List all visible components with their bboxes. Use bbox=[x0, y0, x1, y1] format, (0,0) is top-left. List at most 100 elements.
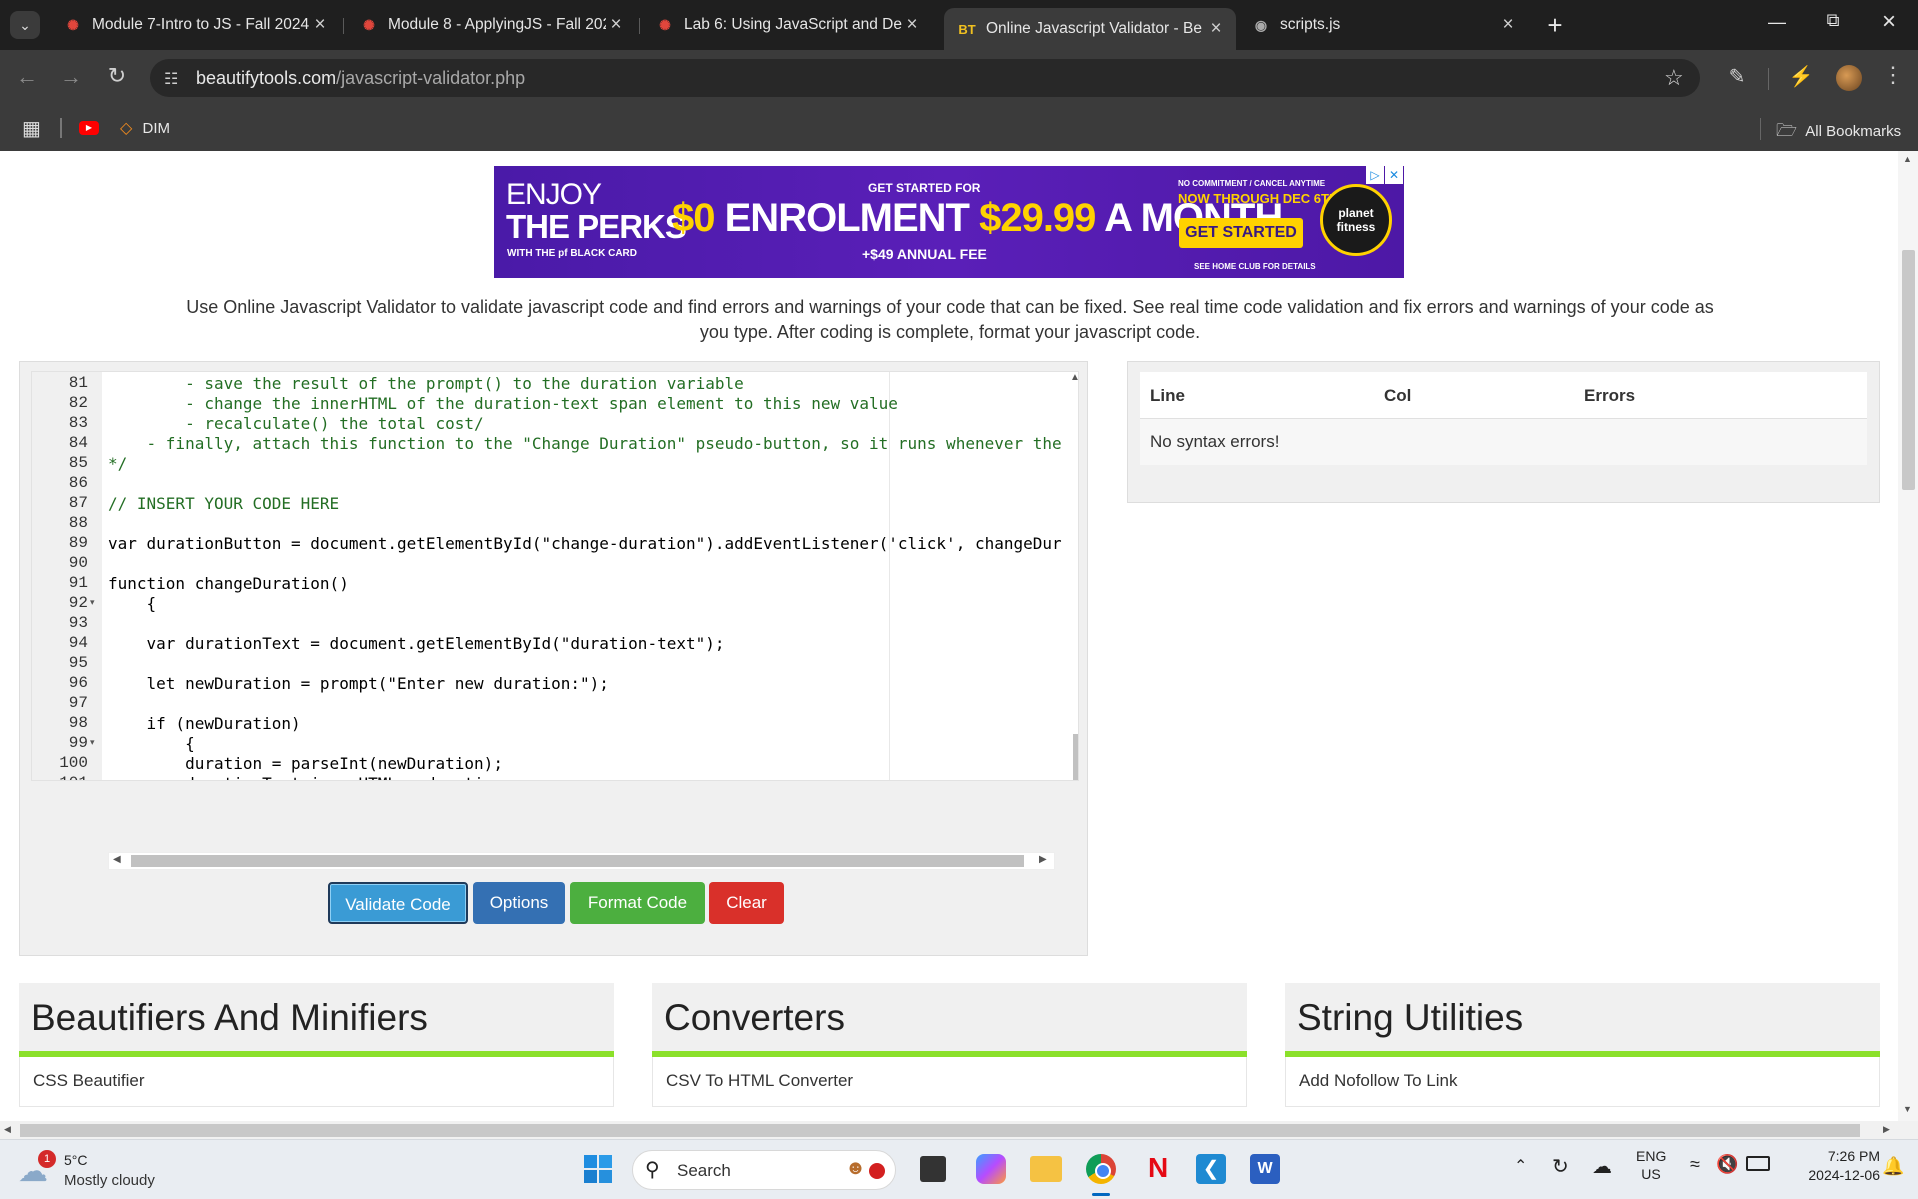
tab-lab6[interactable]: ✺ Lab 6: Using JavaScript and Dep × bbox=[642, 8, 932, 42]
code-line[interactable]: duration = parseInt(newDuration); bbox=[108, 754, 503, 773]
close-icon[interactable]: × bbox=[1498, 14, 1518, 36]
back-button[interactable]: ← bbox=[14, 64, 40, 90]
scroll-right-icon[interactable]: ▶ bbox=[1039, 854, 1047, 865]
file-explorer-icon[interactable] bbox=[1030, 1156, 1062, 1182]
restore-button[interactable]: ⧉ bbox=[1818, 10, 1848, 36]
tab-module7[interactable]: ✺ Module 7-Intro to JS - Fall 2024 × bbox=[50, 8, 340, 42]
fold-toggle-icon[interactable]: ▾ bbox=[90, 597, 95, 608]
code-line[interactable]: - change the innerHTML of the duration-t… bbox=[108, 394, 898, 413]
sync-icon[interactable]: ↻ bbox=[1552, 1154, 1569, 1179]
scroll-left-icon[interactable]: ◀ bbox=[113, 854, 121, 865]
list-item-label[interactable]: Add Nofollow To Link bbox=[1299, 1071, 1457, 1091]
volume-muted-icon[interactable]: 🔇 bbox=[1716, 1154, 1738, 1175]
chrome-icon[interactable] bbox=[1086, 1154, 1116, 1184]
start-button[interactable] bbox=[584, 1155, 614, 1185]
code-line[interactable]: durationText.innerHTML = duration; bbox=[108, 774, 513, 780]
fold-toggle-icon[interactable]: ▾ bbox=[90, 737, 95, 748]
wifi-icon[interactable]: ≈ bbox=[1690, 1154, 1700, 1175]
code-line[interactable]: { bbox=[108, 734, 195, 753]
netflix-icon[interactable]: N bbox=[1148, 1152, 1168, 1184]
canvas-icon: ✺ bbox=[363, 16, 375, 33]
ad-choices-icon[interactable]: ▷ bbox=[1366, 166, 1384, 184]
clock[interactable]: 7:26 PM 2024-12-06 bbox=[1780, 1148, 1880, 1183]
list-item-label[interactable]: CSS Beautifier bbox=[33, 1071, 145, 1091]
extensions-icon[interactable]: ✎ bbox=[1724, 64, 1750, 89]
tab-title: Module 8 - ApplyingJS - Fall 2024 bbox=[388, 16, 606, 33]
code-line[interactable]: var durationButton = document.getElement… bbox=[108, 534, 1062, 553]
close-window-button[interactable]: × bbox=[1874, 8, 1904, 35]
task-view-icon[interactable] bbox=[920, 1156, 946, 1182]
youtube-icon[interactable]: ▶ bbox=[79, 121, 99, 135]
show-hidden-icons[interactable]: ⌃ bbox=[1514, 1156, 1527, 1176]
vscode-icon[interactable]: ❮ bbox=[1196, 1154, 1226, 1184]
word-icon[interactable]: W bbox=[1250, 1154, 1280, 1184]
ad-get-started-button[interactable]: GET STARTED bbox=[1179, 218, 1303, 248]
address-bar[interactable]: ☷ beautifytools.com/javascript-validator… bbox=[150, 59, 1700, 97]
list-item-label[interactable]: CSV To HTML Converter bbox=[666, 1071, 853, 1091]
scroll-up-icon[interactable]: ▲ bbox=[1070, 372, 1078, 383]
weather-widget[interactable]: ☁ 1 5°C Mostly cloudy bbox=[18, 1148, 178, 1192]
scroll-left-icon[interactable]: ◀ bbox=[4, 1124, 11, 1135]
language-indicator[interactable]: ENG US bbox=[1636, 1148, 1666, 1182]
code-line[interactable]: - finally, attach this function to the "… bbox=[108, 434, 1062, 453]
taskbar-search[interactable]: ⚲ Search ☻ bbox=[632, 1150, 896, 1190]
editor-horizontal-scrollbar[interactable]: ◀ ▶ bbox=[108, 852, 1055, 870]
battery-icon[interactable] bbox=[1746, 1156, 1770, 1171]
tab-module8[interactable]: ✺ Module 8 - ApplyingJS - Fall 2024 × bbox=[346, 8, 636, 42]
list-item[interactable]: CSV To HTML Converter bbox=[652, 1057, 1247, 1107]
notification-bell-icon[interactable]: 🔔 bbox=[1882, 1156, 1904, 1177]
code-line[interactable]: if (newDuration) bbox=[108, 714, 301, 733]
performance-icon[interactable]: ⚡ bbox=[1788, 64, 1814, 89]
star-icon[interactable]: ☆ bbox=[1664, 65, 1684, 91]
editor-vertical-scrollbar[interactable] bbox=[1073, 734, 1078, 780]
list-item[interactable]: CSS Beautifier bbox=[19, 1057, 614, 1107]
tab-scripts-js[interactable]: ◉ scripts.js × bbox=[1238, 8, 1528, 42]
code-line[interactable]: */ bbox=[108, 454, 127, 473]
page-horizontal-scroll-thumb[interactable] bbox=[20, 1124, 1860, 1137]
code-line[interactable]: function changeDuration() bbox=[108, 574, 349, 593]
format-code-button[interactable]: Format Code bbox=[570, 882, 705, 924]
minimize-button[interactable]: — bbox=[1762, 12, 1792, 38]
close-icon[interactable]: × bbox=[606, 14, 626, 36]
chrome-active-indicator bbox=[1092, 1193, 1110, 1196]
list-item[interactable]: Add Nofollow To Link bbox=[1285, 1057, 1880, 1107]
code-line[interactable]: var durationText = document.getElementBy… bbox=[108, 634, 725, 653]
site-info-icon[interactable]: ☷ bbox=[164, 69, 178, 89]
advertisement-banner[interactable]: ENJOY THE PERKS WITH THE pf BLACK CARD G… bbox=[494, 166, 1404, 278]
page-vertical-scroll-thumb[interactable] bbox=[1902, 250, 1915, 490]
scroll-right-icon[interactable]: ▶ bbox=[1883, 1124, 1890, 1135]
scroll-down-icon[interactable]: ▼ bbox=[1903, 1104, 1912, 1114]
category-title: Converters bbox=[664, 997, 845, 1038]
ad-close-icon[interactable]: ✕ bbox=[1385, 166, 1403, 184]
code-line[interactable]: let newDuration = prompt("Enter new dura… bbox=[108, 674, 609, 693]
clear-button[interactable]: Clear bbox=[709, 882, 784, 924]
col-errors-header: Errors bbox=[1584, 386, 1636, 405]
close-icon[interactable]: × bbox=[902, 14, 922, 36]
close-icon[interactable]: × bbox=[1206, 18, 1226, 40]
tab-search-button[interactable]: ⌄ bbox=[10, 11, 40, 39]
onedrive-icon[interactable]: ☁ bbox=[1592, 1154, 1612, 1179]
menu-icon[interactable]: ⋮ bbox=[1880, 62, 1906, 88]
copilot-icon[interactable] bbox=[976, 1154, 1006, 1184]
apps-icon[interactable]: ▦ bbox=[22, 116, 41, 141]
code-line[interactable]: { bbox=[108, 594, 157, 613]
forward-button[interactable]: → bbox=[58, 64, 84, 90]
url-text[interactable]: beautifytools.com/javascript-validator.p… bbox=[196, 68, 525, 89]
bookmark-dim[interactable]: ◇ DIM bbox=[120, 118, 170, 138]
close-icon[interactable]: × bbox=[310, 14, 330, 36]
code-line[interactable]: - save the result of the prompt() to the… bbox=[108, 374, 744, 393]
options-button[interactable]: Options bbox=[473, 882, 565, 924]
code-line[interactable]: // INSERT YOUR CODE HERE bbox=[108, 494, 339, 513]
windows-taskbar: ☁ 1 5°C Mostly cloudy ⚲ Search ☻ N ❮ W ⌃… bbox=[0, 1139, 1918, 1199]
reload-button[interactable]: ↻ bbox=[104, 63, 130, 89]
code-editor[interactable]: 81 82 83 84 85 86 87 88 89 90 91 92 93 94 95 96 97 98 99 10… bbox=[31, 371, 1079, 781]
all-bookmarks[interactable]: 🗁 All Bookmarks bbox=[1776, 118, 1901, 147]
scroll-up-icon[interactable]: ▲ bbox=[1903, 154, 1912, 164]
code-line[interactable]: - recalculate() the total cost/ bbox=[108, 414, 484, 433]
search-placeholder: Search bbox=[677, 1161, 731, 1180]
avatar[interactable] bbox=[1836, 65, 1862, 91]
new-tab-button[interactable]: + bbox=[1540, 10, 1570, 40]
tab-javascript-validator[interactable]: BT Online Javascript Validator - Be × bbox=[944, 8, 1236, 50]
horizontal-scroll-thumb[interactable] bbox=[131, 855, 1024, 867]
validate-code-button[interactable]: Validate Code bbox=[328, 882, 468, 924]
